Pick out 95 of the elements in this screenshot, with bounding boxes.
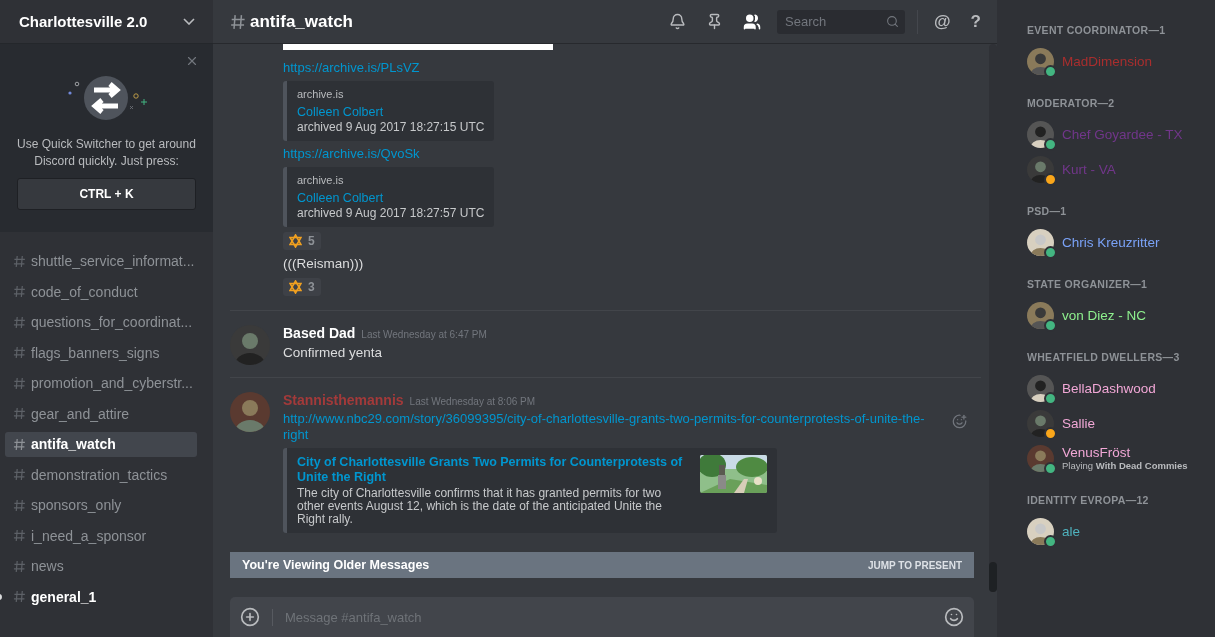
mention-button[interactable]: @ (930, 11, 955, 32)
member-item[interactable]: VenusFröst Playing With Dead Commies (1027, 442, 1205, 474)
member-item[interactable]: BellaDashwood (1027, 372, 1205, 404)
message-time: Last Wednesday at 6:47 PM (361, 329, 487, 340)
hash-icon (13, 407, 26, 421)
member-name: Chris Kreuzritter (1062, 234, 1160, 250)
add-reaction-icon[interactable] (952, 414, 967, 429)
avatar (1027, 155, 1054, 183)
message-link[interactable]: https://archive.is/QvoSk (283, 146, 941, 162)
embed-title[interactable]: Colleen Colbert (297, 105, 485, 119)
channel-item[interactable]: gear_and_attire (5, 401, 197, 426)
hash-icon (13, 559, 26, 573)
message-author[interactable]: Based Dad (283, 325, 356, 341)
embed-provider: archive.is (297, 88, 345, 100)
hash-icon (13, 590, 26, 604)
channel-item[interactable]: questions_for_coordinat... (5, 310, 197, 335)
help-button[interactable]: ? (966, 11, 985, 32)
upload-icon[interactable] (240, 607, 260, 627)
channel-item[interactable]: i_need_a_sponsor (5, 523, 197, 548)
message-text: Confirmed yenta (283, 344, 384, 362)
member-name: VenusFröst (1062, 445, 1132, 460)
embed-provider: archive.is (297, 174, 345, 186)
hexagram-icon (289, 234, 302, 248)
role-heading: EVENT COORDINATOR—1 (1027, 24, 1167, 36)
older-messages-text: You're Viewing Older Messages (242, 558, 430, 572)
channel-item[interactable]: antifa_watch (5, 432, 197, 457)
hash-icon (13, 529, 26, 543)
member-name: BellaDashwood (1062, 380, 1156, 396)
close-button[interactable] (185, 54, 199, 68)
hash-icon (13, 376, 26, 390)
role-heading: MODERATOR—2 (1027, 97, 1116, 109)
hash-icon (13, 437, 26, 451)
channel-item[interactable]: sponsors_only (5, 493, 197, 518)
role-heading: WHEATFIELD DWELLERS—3 (1027, 351, 1181, 363)
embed-description: archived 9 Aug 2017 18:27:15 UTC (297, 121, 485, 134)
hash-icon (13, 254, 26, 268)
role-heading: IDENTITY EVROPA—12 (1027, 494, 1150, 506)
emoji-icon[interactable] (944, 607, 964, 627)
role-heading: PSD—1 (1027, 205, 1068, 217)
member-name: Chef Goyardee - TX (1062, 126, 1183, 142)
avatar (1027, 517, 1054, 545)
member-name: MadDimension (1062, 53, 1153, 69)
channel-item[interactable]: general_1 (5, 584, 197, 609)
message-link[interactable]: https://archive.is/PLsVZ (283, 60, 941, 76)
member-name: Kurt - VA (1062, 161, 1116, 177)
avatar (1027, 47, 1054, 75)
quick-switcher-text: Use Quick Switcher to get around Discord quickly. Just press: (16, 136, 197, 170)
search-box[interactable]: Search (777, 9, 906, 34)
channel-item[interactable]: promotion_and_cyberstr... (5, 371, 197, 396)
message-text: (((Reisman))) (283, 255, 365, 273)
server-name: Charlottesville 2.0 (19, 13, 148, 30)
role-heading: STATE ORGANIZER—1 (1027, 278, 1149, 290)
channel-item[interactable]: shuttle_service_informat... (5, 249, 197, 274)
avatar (1027, 444, 1054, 472)
avatar (1027, 120, 1054, 148)
channel-title: antifa_watch (250, 11, 353, 32)
avatar (1027, 374, 1054, 402)
member-item[interactable]: Chris Kreuzritter (1027, 226, 1205, 258)
member-name: Sallie (1062, 415, 1096, 431)
embed-title[interactable]: City of Charlottesville Grants Two Permits for Counterprotests of Unite the Right (297, 455, 690, 485)
hash-icon (13, 468, 26, 482)
member-item[interactable]: von Diez - NC (1027, 299, 1205, 331)
avatar (1027, 301, 1054, 329)
search-field[interactable]: Search (783, 13, 887, 30)
channel-item[interactable]: flags_banners_signs (5, 340, 197, 365)
channel-item[interactable]: demonstration_tactics (5, 462, 197, 487)
jump-to-present-button[interactable]: JUMP TO PRESENT (867, 559, 962, 571)
hash-icon (13, 315, 26, 329)
avatar (230, 392, 270, 432)
hash-icon (13, 346, 26, 360)
embed-description: archived 9 Aug 2017 18:27:57 UTC (297, 207, 485, 220)
chevron-down-icon (183, 18, 195, 25)
member-item[interactable]: ale (1027, 515, 1205, 547)
scrollbar-thumb[interactable] (989, 562, 997, 592)
scrollbar[interactable] (989, 44, 997, 592)
reaction-button[interactable]: 3 (283, 278, 321, 296)
member-activity: Playing With Dead Commies (1062, 460, 1188, 471)
channel-item[interactable]: code_of_conduct (5, 279, 197, 304)
hash-icon (13, 285, 26, 299)
hash-icon (13, 498, 26, 512)
channel-item[interactable]: news (5, 554, 197, 579)
message-link[interactable]: http://www.nbc29.com/story/36099395/city-of-charlottesville-grants-two-permits-for-counterprotests-of-unite-the-right (283, 411, 941, 443)
message-time: Last Wednesday at 8:06 PM (409, 396, 536, 407)
hexagram-icon (289, 280, 302, 294)
member-name: von Diez - NC (1062, 307, 1147, 323)
search-icon (886, 15, 900, 28)
member-name: ale (1062, 523, 1080, 539)
embed-title[interactable]: Colleen Colbert (297, 191, 485, 205)
avatar (1027, 228, 1054, 256)
reaction-button[interactable]: 5 (283, 232, 321, 250)
member-item[interactable]: Sallie (1027, 407, 1205, 439)
hash-icon (230, 13, 246, 30)
shortcut-button[interactable]: CTRL + K (17, 178, 196, 210)
avatar (1027, 409, 1054, 437)
embed-description: The city of Charlottesville confirms that it has granted permits for two other events August 12, which is the date of the anticipated Unite the Right rally. (297, 487, 663, 526)
